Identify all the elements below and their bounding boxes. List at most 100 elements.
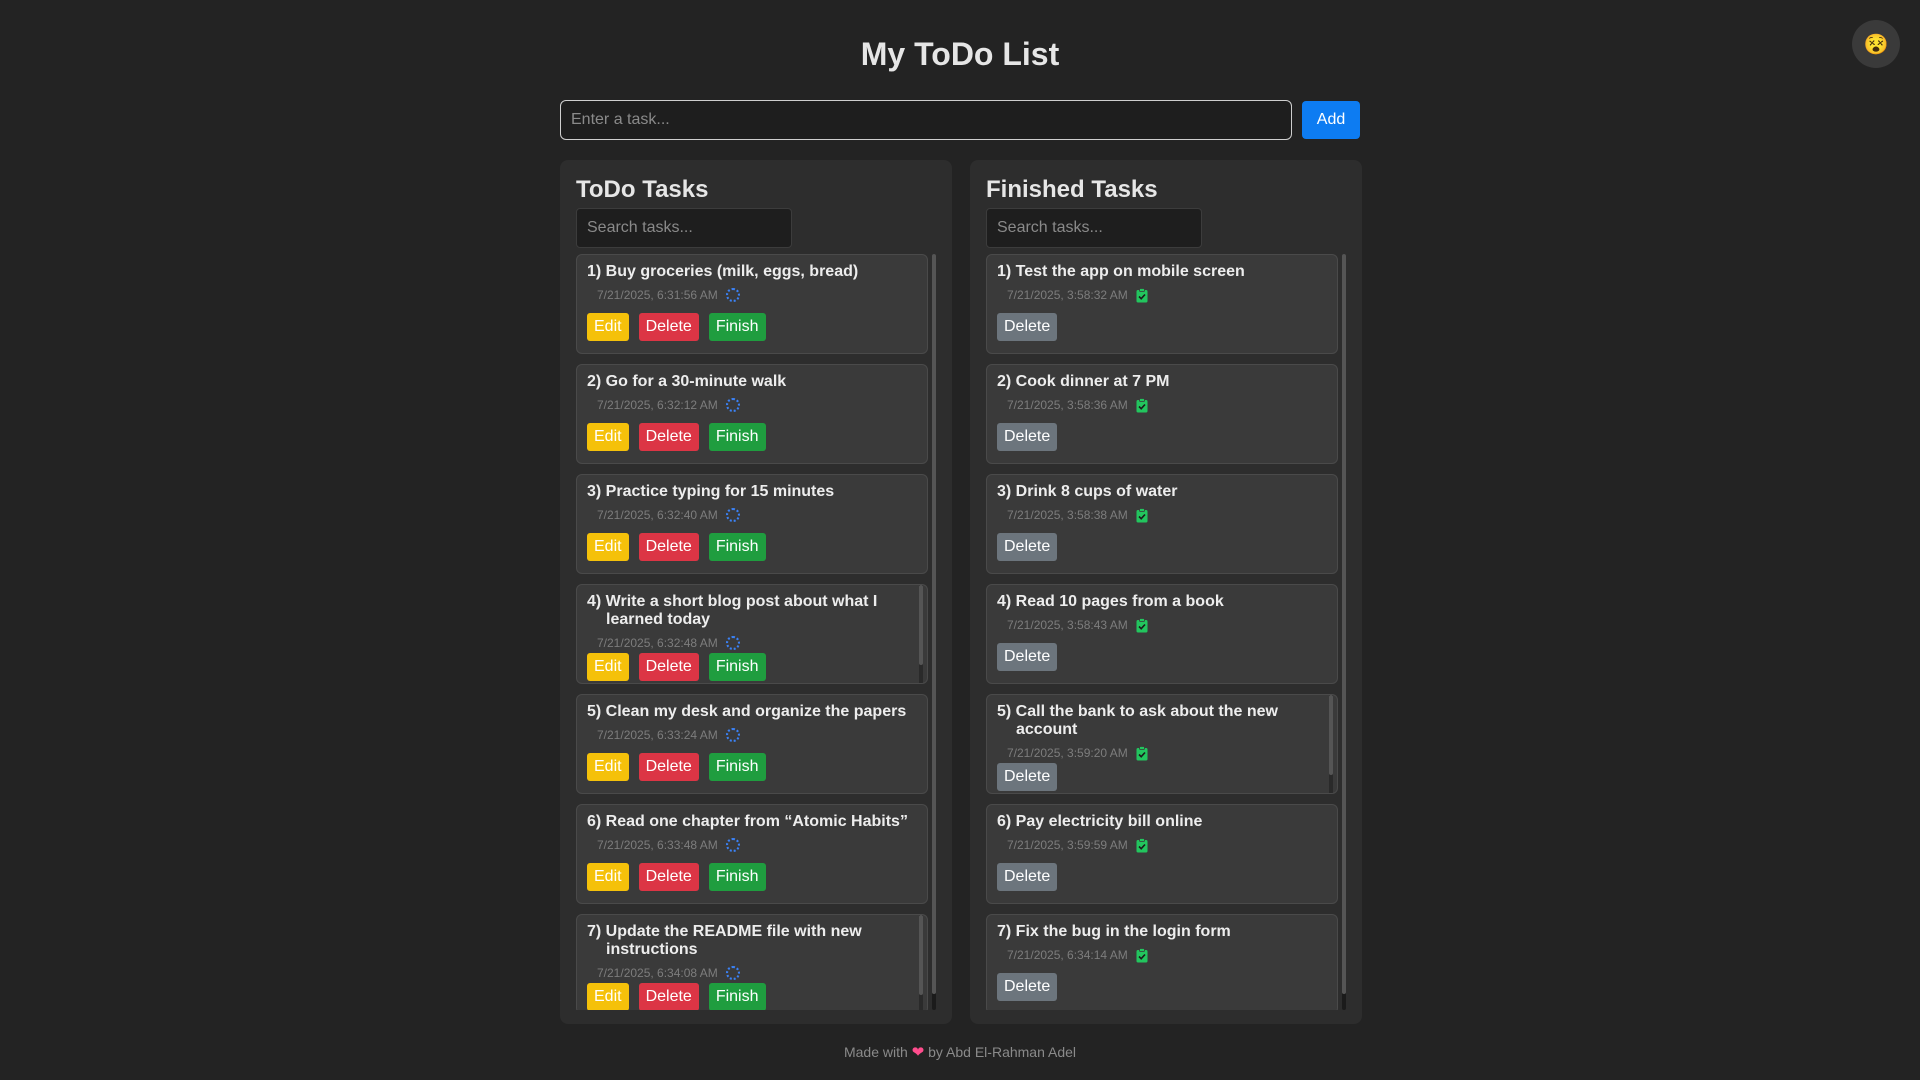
task-meta: 7/21/2025, 3:58:38 AM	[1007, 507, 1327, 523]
task-card: 2) Go for a 30-minute walk 7/21/2025, 6:3…	[576, 364, 928, 464]
footer-author: by Abd El-Rahman Adel	[928, 1044, 1077, 1060]
task-title: 5) Call the bank to ask about the new ac…	[997, 703, 1278, 738]
task-title: 3) Drink 8 cups of water	[997, 483, 1178, 500]
delete-button[interactable]: Delete	[997, 763, 1058, 791]
delete-button[interactable]: Delete	[638, 863, 699, 891]
card-scrollbar[interactable]	[919, 585, 923, 683]
task-actions: Edit Delete Finish	[587, 753, 917, 781]
add-button[interactable]: Add	[1302, 101, 1360, 139]
task-meta: 7/21/2025, 6:32:40 AM	[597, 507, 917, 523]
task-meta: 7/21/2025, 6:34:14 AM	[1007, 947, 1327, 963]
delete-button[interactable]: Delete	[638, 533, 699, 561]
task-card: 7) Update the README file with new instr…	[576, 914, 928, 1010]
todo-panel: ToDo Tasks 1) Buy groceries (milk, eggs,…	[560, 160, 952, 1024]
task-timestamp: 7/21/2025, 6:34:08 AM	[597, 966, 718, 980]
finish-button[interactable]: Finish	[708, 753, 766, 781]
task-card: 7) Fix the bug in the login form 7/21/202…	[986, 914, 1338, 1010]
todo-list[interactable]: 1) Buy groceries (milk, eggs, bread) 7/21…	[576, 254, 936, 1010]
heart-icon: ❤	[911, 1044, 925, 1061]
finish-button[interactable]: Finish	[708, 313, 766, 341]
task-card: 3) Practice typing for 15 minutes 7/21/20…	[576, 474, 928, 574]
task-timestamp: 7/21/2025, 3:59:20 AM	[1007, 746, 1128, 760]
delete-button[interactable]: Delete	[638, 423, 699, 451]
add-task-row: Add	[560, 100, 1360, 140]
task-card: 1) Test the app on mobile screen 7/21/202…	[986, 254, 1338, 354]
task-card: 4) Read 10 pages from a book 7/21/2025, 3…	[986, 584, 1338, 684]
task-title: 7) Fix the bug in the login form	[997, 923, 1231, 940]
edit-button[interactable]: Edit	[587, 533, 629, 561]
delete-button[interactable]: Delete	[997, 533, 1058, 561]
finish-button[interactable]: Finish	[708, 423, 766, 451]
delete-button[interactable]: Delete	[638, 983, 699, 1010]
task-card: 5) Call the bank to ask about the new ac…	[986, 694, 1338, 794]
task-timestamp: 7/21/2025, 3:58:36 AM	[1007, 398, 1128, 412]
delete-button[interactable]: Delete	[997, 863, 1058, 891]
clipboard-check-icon	[1136, 837, 1148, 853]
edit-button[interactable]: Edit	[587, 863, 629, 891]
task-timestamp: 7/21/2025, 6:31:56 AM	[597, 288, 718, 302]
task-meta: 7/21/2025, 6:34:08 AM	[597, 965, 917, 981]
task-actions: Edit Delete Finish	[587, 533, 917, 561]
clipboard-check-icon	[1136, 397, 1148, 413]
task-card: 6) Pay electricity bill online 7/21/2025,…	[986, 804, 1338, 904]
card-scrollbar[interactable]	[919, 915, 923, 1010]
edit-button[interactable]: Edit	[587, 423, 629, 451]
task-input[interactable]	[560, 100, 1292, 140]
edit-button[interactable]: Edit	[587, 753, 629, 781]
delete-button[interactable]: Delete	[997, 313, 1058, 341]
task-card: 6) Read one chapter from “Atomic Habits”…	[576, 804, 928, 904]
task-meta: 7/21/2025, 6:33:24 AM	[597, 727, 917, 743]
edit-button[interactable]: Edit	[587, 653, 629, 681]
task-card: 4) Write a short blog post about what I …	[576, 584, 928, 684]
delete-button[interactable]: Delete	[997, 973, 1058, 1001]
delete-button[interactable]: Delete	[997, 423, 1058, 451]
task-title: 4) Read 10 pages from a book	[997, 593, 1224, 610]
finished-panel: Finished Tasks 1) Test the app on mobile…	[970, 160, 1362, 1024]
task-actions: Edit Delete Finish	[587, 313, 917, 341]
task-meta: 7/21/2025, 3:58:36 AM	[1007, 397, 1327, 413]
task-actions: Edit Delete Finish	[587, 863, 917, 891]
pending-spinner-icon	[725, 728, 740, 742]
task-title: 5) Clean my desk and organize the papers	[587, 703, 907, 720]
task-meta: 7/21/2025, 3:59:59 AM	[1007, 837, 1327, 853]
task-title: 1) Test the app on mobile screen	[997, 263, 1245, 280]
task-card: 2) Cook dinner at 7 PM 7/21/2025, 3:58:36…	[986, 364, 1338, 464]
task-meta: 7/21/2025, 6:32:12 AM	[597, 397, 917, 413]
clipboard-check-icon	[1136, 507, 1148, 523]
task-timestamp: 7/21/2025, 6:32:48 AM	[597, 636, 718, 650]
pending-spinner-icon	[725, 966, 740, 980]
todo-list-scrollbar[interactable]	[932, 254, 936, 1010]
pending-spinner-icon	[725, 838, 740, 852]
task-meta: 7/21/2025, 3:58:32 AM	[1007, 287, 1327, 303]
finished-search-input[interactable]	[986, 208, 1202, 248]
task-meta: 7/21/2025, 3:59:20 AM	[1007, 745, 1327, 761]
task-title: 2) Cook dinner at 7 PM	[997, 373, 1170, 390]
finish-button[interactable]: Finish	[708, 863, 766, 891]
finish-button[interactable]: Finish	[708, 533, 766, 561]
task-meta: 7/21/2025, 3:58:43 AM	[1007, 617, 1327, 633]
delete-button[interactable]: Delete	[638, 653, 699, 681]
todo-search-input[interactable]	[576, 208, 792, 248]
task-actions: Delete	[997, 423, 1327, 451]
edit-button[interactable]: Edit	[587, 983, 629, 1010]
card-scrollbar[interactable]	[1329, 695, 1333, 793]
delete-button[interactable]: Delete	[638, 753, 699, 781]
task-timestamp: 7/21/2025, 6:33:24 AM	[597, 728, 718, 742]
task-actions: Edit Delete Finish	[587, 423, 917, 451]
task-timestamp: 7/21/2025, 3:58:32 AM	[1007, 288, 1128, 302]
finish-button[interactable]: Finish	[708, 983, 766, 1010]
finished-list-scrollbar[interactable]	[1342, 254, 1346, 1010]
delete-button[interactable]: Delete	[997, 643, 1058, 671]
task-actions: Delete	[997, 533, 1327, 561]
pending-spinner-icon	[725, 636, 740, 650]
task-timestamp: 7/21/2025, 3:58:38 AM	[1007, 508, 1128, 522]
finished-list[interactable]: 1) Test the app on mobile screen 7/21/202…	[986, 254, 1346, 1010]
edit-button[interactable]: Edit	[587, 313, 629, 341]
task-actions: Edit Delete Finish	[587, 653, 917, 681]
task-timestamp: 7/21/2025, 3:59:59 AM	[1007, 838, 1128, 852]
pending-spinner-icon	[725, 508, 740, 522]
finish-button[interactable]: Finish	[708, 653, 766, 681]
task-timestamp: 7/21/2025, 3:58:43 AM	[1007, 618, 1128, 632]
pending-spinner-icon	[725, 398, 740, 412]
delete-button[interactable]: Delete	[638, 313, 699, 341]
